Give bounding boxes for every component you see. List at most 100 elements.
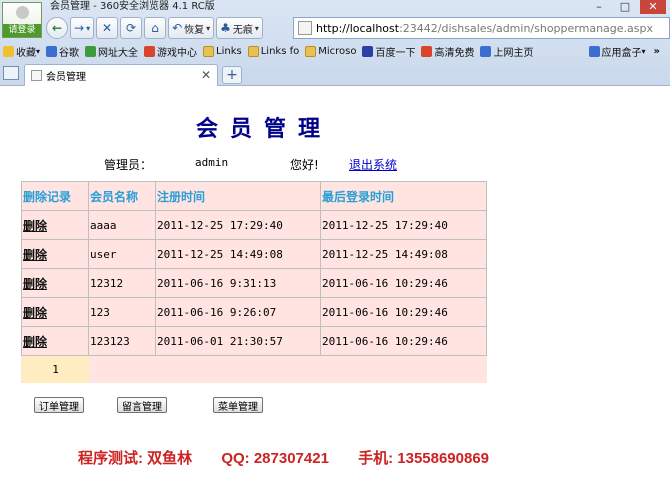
tab-member-management[interactable]: 会员管理 ✕ xyxy=(24,64,218,86)
forward-arrow-icon: → xyxy=(74,21,85,35)
refresh-button[interactable]: ⟳ xyxy=(120,17,143,39)
chevron-down-icon: ▾ xyxy=(206,23,211,33)
footer-qq: QQ: 287307421 xyxy=(221,450,329,467)
page-title: 会员管理 xyxy=(196,116,333,142)
folder-icon xyxy=(203,45,215,57)
last-login-time: 2011-06-16 10:29:46 xyxy=(320,268,487,298)
back-arrow-icon: ← xyxy=(51,21,63,35)
chevron-down-icon: ▾ xyxy=(36,46,41,56)
stop-button[interactable]: ✕ xyxy=(96,17,119,39)
favorites-item[interactable]: 游戏中心 xyxy=(144,44,197,59)
member-name: aaaa xyxy=(88,210,156,240)
register-time: 2011-06-16 9:26:07 xyxy=(155,297,321,327)
column-header: 删除记录 xyxy=(21,181,89,211)
chevron-down-icon: ▾ xyxy=(86,23,91,33)
chevron-down-icon: ▾ xyxy=(254,23,259,33)
homepage-icon xyxy=(480,45,492,57)
sidebar-toggle-icon[interactable] xyxy=(3,66,19,80)
messages-button[interactable]: 留言管理 xyxy=(117,397,167,413)
folder-icon xyxy=(247,45,259,57)
favorites-item[interactable]: 百度一下 xyxy=(362,44,415,59)
more-icon[interactable]: » xyxy=(654,46,660,57)
member-name: 123 xyxy=(88,297,156,327)
delete-link[interactable]: 删除 xyxy=(21,210,89,240)
menu-button[interactable]: 菜单管理 xyxy=(213,397,263,413)
home-icon: ⌂ xyxy=(151,21,159,35)
back-button[interactable]: ← xyxy=(46,17,68,39)
table-row: 删除 aaaa 2011-12-25 17:29:40 2011-12-25 1… xyxy=(21,210,487,240)
table-row: 删除 user 2011-12-25 14:49:08 2011-12-25 1… xyxy=(21,239,487,269)
close-window-icon[interactable]: ✕ xyxy=(640,0,666,14)
favorites-item[interactable]: 收藏 ▾ xyxy=(3,44,40,59)
apps-icon xyxy=(588,45,600,57)
pager-row: 1 xyxy=(21,355,487,383)
register-time: 2011-06-01 21:30:57 xyxy=(155,326,321,356)
member-name: 123123 xyxy=(88,326,156,356)
page-icon xyxy=(31,70,42,81)
favorites-item[interactable]: Links fo xyxy=(247,45,299,57)
user-login-avatar[interactable]: 请登录 xyxy=(2,2,42,38)
address-bar[interactable]: http://localhost:23442/dishsales/admin/s… xyxy=(293,17,670,39)
footer-tester: 程序测试: 双鱼林 xyxy=(78,450,193,467)
google-icon xyxy=(46,45,58,57)
incognito-button[interactable]: ♣ 无痕 ▾ xyxy=(216,17,263,39)
table-header-row: 删除记录 会员名称 注册时间 最后登录时间 xyxy=(21,181,487,211)
logout-link[interactable]: 退出系统 xyxy=(349,156,397,173)
page-content: 会员管理 管理员： admin 您好! 退出系统 删除记录 会员名称 注册时间 … xyxy=(0,87,670,498)
register-time: 2011-12-25 17:29:40 xyxy=(155,210,321,240)
forward-button[interactable]: → ▾ xyxy=(70,17,95,39)
favorites-item[interactable]: 谷歌 xyxy=(46,44,79,59)
close-tab-icon[interactable]: ✕ xyxy=(201,68,211,82)
favorites-item[interactable]: Microso xyxy=(305,45,356,57)
last-login-time: 2011-12-25 14:49:08 xyxy=(320,239,487,269)
delete-link[interactable]: 删除 xyxy=(21,268,89,298)
new-tab-button[interactable]: + xyxy=(222,66,242,84)
minimize-icon[interactable]: – xyxy=(586,0,612,14)
chevron-down-icon: ▾ xyxy=(641,46,646,56)
greeting: 您好! xyxy=(290,158,319,172)
game-icon xyxy=(144,45,156,57)
page-number[interactable]: 1 xyxy=(21,355,89,383)
site-icon xyxy=(85,45,97,57)
page-icon xyxy=(298,21,312,35)
delete-link[interactable]: 删除 xyxy=(21,326,89,356)
member-name: 12312 xyxy=(88,268,156,298)
url-path: :23442/dishsales/admin/shoppermanage.asp… xyxy=(399,21,654,35)
table-row: 删除 12312 2011-06-16 9:31:13 2011-06-16 1… xyxy=(21,268,487,298)
url-host: http://localhost xyxy=(316,21,400,35)
folder-icon xyxy=(305,45,317,57)
admin-name: admin xyxy=(195,156,229,169)
orders-button[interactable]: 订单管理 xyxy=(34,397,84,413)
member-table: 删除记录 会员名称 注册时间 最后登录时间 删除 aaaa 2011-12-25… xyxy=(21,181,487,383)
favorites-item[interactable]: 网址大全 xyxy=(85,44,138,59)
last-login-time: 2011-12-25 17:29:40 xyxy=(320,210,487,240)
avatar-icon xyxy=(16,6,29,19)
tab-bar: 会员管理 ✕ + xyxy=(0,62,670,86)
login-badge[interactable]: 请登录 xyxy=(3,24,41,37)
pager-filler xyxy=(89,356,487,383)
maximize-icon[interactable]: □ xyxy=(612,0,638,14)
favorites-item[interactable]: 高清免费 xyxy=(421,44,474,59)
favorites-item[interactable]: 上网主页 xyxy=(480,44,533,59)
stop-icon: ✕ xyxy=(102,21,113,35)
register-time: 2011-06-16 9:31:13 xyxy=(155,268,321,298)
last-login-time: 2011-06-16 10:29:46 xyxy=(320,297,487,327)
baidu-icon xyxy=(362,45,374,57)
window-title: 会员管理 - 360安全浏览器 4.1 RC版 xyxy=(50,1,215,12)
last-login-time: 2011-06-16 10:29:46 xyxy=(320,326,487,356)
star-icon xyxy=(3,45,14,57)
restore-button[interactable]: ↶ 恢复 ▾ xyxy=(168,17,215,39)
delete-link[interactable]: 删除 xyxy=(21,297,89,327)
footer-phone: 手机: 13558690869 xyxy=(358,450,490,467)
table-row: 删除 123123 2011-06-01 21:30:57 2011-06-16… xyxy=(21,326,487,356)
apps-box-button[interactable]: 应用盒子 ▾» xyxy=(588,44,660,59)
favorites-item[interactable]: Links xyxy=(203,45,242,57)
refresh-icon: ⟳ xyxy=(126,21,137,35)
member-name: user xyxy=(88,239,156,269)
restore-icon: ↶ xyxy=(172,21,183,35)
home-button[interactable]: ⌂ xyxy=(144,17,167,39)
footer-contact: 程序测试: 双鱼林 QQ: 287307421 手机: 13558690869 xyxy=(78,447,514,468)
register-time: 2011-12-25 14:49:08 xyxy=(155,239,321,269)
delete-link[interactable]: 删除 xyxy=(21,239,89,269)
column-header: 注册时间 xyxy=(155,181,321,211)
